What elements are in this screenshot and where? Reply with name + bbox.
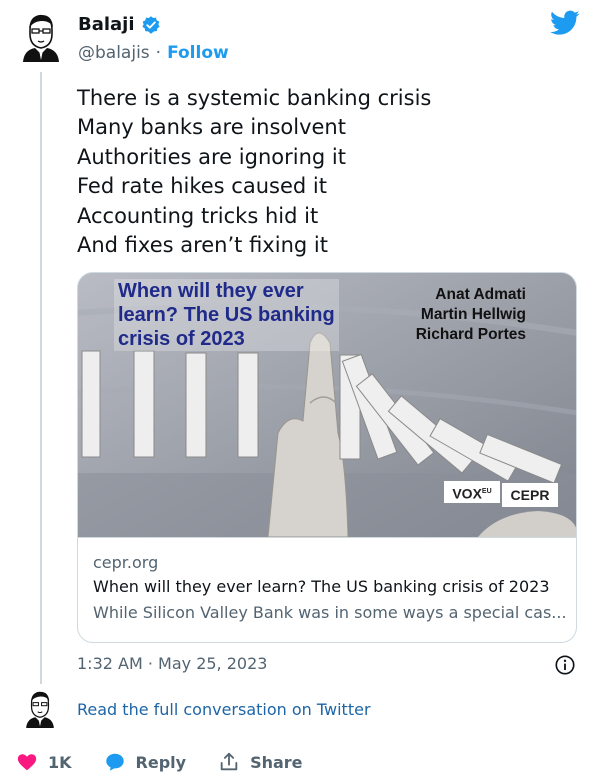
vox-logo: VOXEU [444,481,500,503]
tweet-line: Fed rate hikes caused it [77,174,327,199]
author-handle[interactable]: @balajis [78,43,150,63]
headline-line: When will they ever [118,280,304,302]
info-icon[interactable] [554,654,576,676]
share-icon [220,752,238,771]
tweet-line: Accounting tricks hid it [77,203,319,228]
tweet-line: Many banks are insolvent [77,115,346,140]
card-title: When will they ever learn? The US bankin… [93,577,550,596]
share-label: Share [250,752,303,772]
separator-dot: · [155,43,162,63]
reply-label: Reply [135,752,187,772]
headline-line: crisis of 2023 [118,328,245,350]
conversation-row: Read the full conversation on Twitter [22,688,580,728]
timestamp-link[interactable]: 1:32 AM · May 25, 2023 [77,654,267,673]
heart-icon [17,754,37,771]
read-conversation-link[interactable]: Read the full conversation on Twitter [77,700,371,719]
card-image-authors: Anat Admati Martin Hellwig Richard Porte… [416,285,526,345]
author-line: Richard Portes [415,326,526,343]
share-button[interactable]: Share [218,751,303,773]
like-button[interactable]: 1K [16,751,72,773]
thread-line [40,72,42,684]
cepr-logo: CEPR [502,483,558,507]
tweet-line: Authorities are ignoring it [77,144,346,169]
card-domain: cepr.org [93,553,159,572]
author-name[interactable]: Balaji [78,14,135,35]
follow-button[interactable]: Follow [167,43,229,63]
author-line: Martin Hellwig [420,306,526,323]
tweet-header: Balaji @balajis · Follow [18,10,580,70]
card-image[interactable]: When will they ever learn? The US bankin… [78,273,576,537]
like-count: 1K [48,752,72,772]
author-line: Anat Admati [435,286,526,303]
card-description: While Silicon Valley Bank was in some wa… [93,603,567,622]
link-card[interactable]: When will they ever learn? The US bankin… [77,272,577,643]
avatar[interactable] [18,10,64,62]
card-image-headline: When will they ever learn? The US bankin… [114,279,339,351]
tweet-line: And fixes aren’t fixing it [77,233,328,258]
card-info[interactable]: cepr.org When will they ever learn? The … [78,537,576,642]
avatar[interactable] [22,688,58,728]
reply-button[interactable]: Reply [104,751,187,773]
headline-line: learn? The US banking [118,304,335,326]
tweet-line: There is a systemic banking crisis [77,86,432,110]
action-bar: 1K Reply Share [16,748,335,776]
twitter-bird-icon[interactable] [550,10,580,36]
verified-badge-icon [141,15,160,34]
timestamp-row: 1:32 AM · May 25, 2023 [77,654,576,678]
reply-bubble-icon [105,753,124,771]
tweet-text: There is a systemic banking crisis Many … [77,84,431,260]
